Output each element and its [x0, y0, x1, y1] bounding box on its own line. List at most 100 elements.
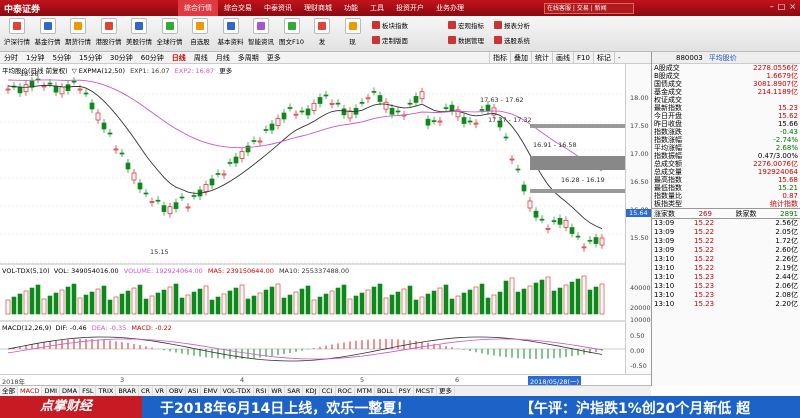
volume-bar — [155, 292, 161, 315]
indicator-tab[interactable]: CCI — [320, 386, 336, 396]
indicator-tab[interactable]: SAR — [285, 386, 304, 396]
volume-bar — [311, 299, 317, 315]
volume-bar — [563, 284, 569, 315]
top-menu-item[interactable]: 工具 — [364, 0, 390, 16]
top-menu-item[interactable]: 理财商城 — [298, 0, 338, 16]
top-menu-item[interactable]: 综合交易 — [218, 0, 258, 16]
top-menu-item[interactable]: 业务办理 — [430, 0, 470, 16]
close-icon[interactable]: × — [789, 2, 796, 11]
volume-legend: VOL-TDX(5,10) VOL: 349054016.00 VOLUME: … — [2, 267, 350, 275]
top-menu-item[interactable]: 投资开户 — [390, 0, 430, 16]
indicator-tab[interactable]: KDJ — [303, 386, 320, 396]
candle-body — [185, 206, 191, 209]
top-menu-item[interactable]: 综合行情 — [178, 0, 218, 16]
tick-price: 15.22 — [694, 246, 715, 254]
axis-tick-label: 18.00 — [630, 94, 649, 102]
toolbar-button[interactable]: 沪深行情 — [2, 18, 32, 46]
indicator-tab[interactable]: ROC — [336, 386, 355, 396]
period-tab[interactable]: 多周期 — [234, 52, 263, 63]
candle-body — [233, 156, 239, 164]
candle-body — [551, 220, 557, 222]
indicator-tab[interactable]: 更多 — [437, 386, 455, 396]
volume-bar — [389, 294, 395, 315]
ticker-msg-2[interactable]: 【午评：沪指跌1%创20个月新低 超 — [520, 398, 750, 418]
candle-body — [281, 112, 287, 120]
toolbar-label: 美股行情 — [126, 38, 152, 46]
ticker-msg-1[interactable]: 于2018年6月14日上线，欢乐一整夏！ — [160, 398, 410, 418]
stat-value: 15.68 — [777, 176, 798, 184]
toolbar-small-button[interactable]: 板块指数 — [372, 20, 408, 30]
toolbar-small-button[interactable]: 报表分析 — [494, 20, 530, 30]
candle-body — [53, 85, 59, 93]
macd-axis-label: 0.50 — [630, 332, 645, 340]
period-tab[interactable]: 15分钟 — [75, 52, 106, 63]
indicator-tab[interactable]: MTM — [355, 386, 375, 396]
toolbar-button[interactable]: 基本资料 — [216, 18, 246, 46]
toolbar-button[interactable]: 图文F10 — [277, 18, 307, 46]
candle-body — [269, 123, 275, 131]
toolbar-button[interactable]: 智能资讯 — [246, 18, 276, 46]
indicator-tab[interactable]: BRAR — [116, 386, 139, 396]
candle-body — [473, 122, 479, 125]
toolbar-button[interactable]: 全球行情 — [155, 18, 185, 46]
kline-chart[interactable]: 18.28 17.63 - 17.62 17.37 - 17.32 16.91 - 1… — [0, 64, 625, 374]
indicator-tab[interactable]: OBV — [167, 386, 186, 396]
period-tab[interactable]: 月线 — [212, 52, 234, 63]
indicator-tab[interactable]: DMA — [60, 386, 81, 396]
toolbar-small-button[interactable]: 数据管理 — [448, 35, 484, 45]
toolbar-button[interactable]: 现 — [338, 18, 368, 46]
indicator-tab[interactable]: TRIX — [96, 386, 117, 396]
volume-bar — [419, 296, 425, 315]
candle-body — [71, 80, 77, 83]
indicator-tab[interactable]: VOL-TDX — [221, 386, 254, 396]
toolbar-small-button[interactable]: 选股系统 — [494, 35, 530, 45]
period-tab[interactable]: 1分钟 — [22, 52, 48, 63]
period-tab[interactable]: 周线 — [190, 52, 212, 63]
top-menu-item[interactable]: 中泰资讯 — [258, 0, 298, 16]
indicator-tab[interactable]: EMV — [201, 386, 221, 396]
volume-bar — [245, 298, 251, 315]
top-menu-item[interactable]: 功能 — [338, 0, 364, 16]
period-tab[interactable]: 5分钟 — [48, 52, 74, 63]
chart-tool-button[interactable]: 指标 — [489, 52, 510, 64]
stat-label: B股成交 — [654, 72, 680, 80]
period-tab[interactable]: 60分钟 — [137, 52, 168, 63]
indicator-tab[interactable]: RSI — [254, 386, 270, 396]
period-tab[interactable]: 更多 — [263, 52, 285, 63]
maximize-icon[interactable]: □ — [778, 2, 786, 11]
indicator-tab[interactable]: CR — [139, 386, 154, 396]
indicator-tab[interactable]: BOLL — [375, 386, 397, 396]
toolbar-small-button[interactable]: 定制版面 — [372, 35, 408, 45]
chart-tool-button[interactable]: F10 — [573, 52, 593, 64]
indicator-tab[interactable]: FSL — [80, 386, 97, 396]
chart-tool-button[interactable]: - — [613, 52, 624, 64]
chart-tool-button[interactable]: 叠加 — [510, 52, 531, 64]
indicator-tab[interactable]: 全部 — [0, 386, 18, 396]
chart-tool-button[interactable]: 画线 — [552, 52, 573, 64]
indicator-tab[interactable]: VR — [153, 386, 168, 396]
period-tab[interactable]: 分时 — [0, 52, 22, 63]
minimize-icon[interactable]: – — [770, 2, 774, 11]
indicator-tab[interactable]: ASI — [186, 386, 202, 396]
chart-tool-button[interactable]: 统计 — [531, 52, 552, 64]
chart-tool-button[interactable]: 标记 — [592, 52, 614, 64]
search-input[interactable]: 在线客服 | 交易 | 新闻 — [544, 3, 634, 14]
candle-body — [575, 235, 581, 238]
period-tab[interactable]: 30分钟 — [106, 52, 137, 63]
candle-body — [101, 122, 107, 130]
indicator-tab[interactable]: PSY — [397, 386, 414, 396]
indicator-tab[interactable]: DMI — [42, 386, 61, 396]
toolbar-button[interactable]: 自选股 — [185, 18, 215, 46]
indicator-tab[interactable]: WR — [269, 386, 286, 396]
toolbar-button[interactable]: 期货行情 — [63, 18, 93, 46]
volume-bar — [581, 275, 587, 315]
toolbar-button[interactable]: 基金行情 — [33, 18, 63, 46]
indicator-tab[interactable]: MACD — [18, 386, 43, 396]
toolbar-button[interactable]: 港股行情 — [94, 18, 124, 46]
period-tab[interactable]: 日线 — [168, 52, 190, 63]
toolbar-button[interactable]: 美股行情 — [124, 18, 154, 46]
axis-tick-label: 17.50 — [630, 122, 649, 130]
toolbar-small-button[interactable]: 宏观指标 — [448, 20, 484, 30]
indicator-tab[interactable]: MCST — [414, 386, 437, 396]
toolbar-button[interactable]: 发 — [307, 18, 337, 46]
